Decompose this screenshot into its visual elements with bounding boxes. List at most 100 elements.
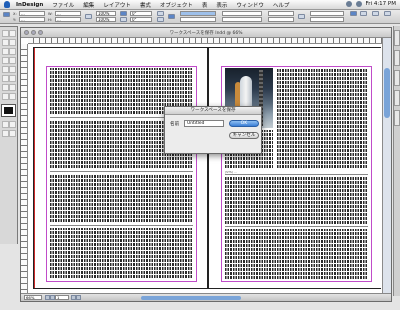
shear-icon[interactable] <box>120 17 127 22</box>
fitting-field[interactable] <box>310 17 344 22</box>
display-icon[interactable] <box>355 1 362 7</box>
reference-point-icon[interactable] <box>3 12 10 17</box>
menu-extras: Fri 4:17 PM <box>345 1 396 7</box>
palette-menu-icon[interactable] <box>350 11 357 16</box>
stroke-weight-field[interactable] <box>180 17 216 22</box>
opacity-field[interactable] <box>268 17 294 22</box>
line-tool-icon[interactable] <box>9 48 16 55</box>
constrain-proportions-icon[interactable] <box>85 14 92 19</box>
scale-tool-icon[interactable] <box>9 66 16 73</box>
horizontal-ruler[interactable] <box>28 38 382 44</box>
pages-panel-tab[interactable] <box>394 30 400 46</box>
document-title-bar[interactable]: ワークスペースを保存 Indd @ 66% <box>21 28 391 38</box>
ok-button[interactable]: OK <box>229 120 259 127</box>
zoom-field[interactable]: 66% <box>24 295 42 300</box>
column-rule <box>50 171 193 172</box>
column-rule <box>225 174 368 175</box>
zoom-tool-icon[interactable] <box>9 93 16 100</box>
angle-field[interactable]: 0° <box>130 11 152 16</box>
text-frame[interactable] <box>225 177 368 224</box>
text-wrap-field[interactable] <box>310 11 344 16</box>
w-field[interactable]: ... <box>55 11 81 16</box>
apply-color-icon[interactable] <box>2 121 9 128</box>
layers-panel-tab[interactable] <box>394 50 400 66</box>
document-title: ワークスペースを保存 Indd @ 66% <box>169 31 243 36</box>
preview-mode-icon[interactable] <box>9 130 16 137</box>
x-field[interactable]: ... <box>19 11 45 16</box>
direct-selection-tool-icon[interactable] <box>9 30 16 37</box>
cancel-button[interactable]: キャンセル <box>229 132 259 139</box>
w-label: W: <box>48 12 53 16</box>
pencil-tool-icon[interactable] <box>2 48 9 55</box>
shear-tool-icon[interactable] <box>2 75 9 82</box>
menu-edit[interactable]: 編集 <box>83 1 94 9</box>
links-panel-tab[interactable] <box>394 70 400 86</box>
menu-layout[interactable]: レイアウト <box>103 1 131 9</box>
menu-table[interactable]: 表 <box>202 1 208 9</box>
left-page[interactable] <box>33 47 208 289</box>
menu-type[interactable]: 書式 <box>140 1 151 9</box>
eyedropper-tool-icon[interactable] <box>2 84 9 91</box>
bridge-icon[interactable] <box>372 11 379 16</box>
vertical-scroll-thumb[interactable] <box>384 68 390 118</box>
menu-file[interactable]: ファイル <box>52 1 74 9</box>
text-frame[interactable] <box>50 174 193 222</box>
drop-shadow-icon[interactable] <box>298 14 305 19</box>
rotate-tool-icon[interactable] <box>2 66 9 73</box>
flip-vertical-icon[interactable] <box>157 17 164 22</box>
scale-y-field[interactable]: 100% <box>96 17 116 22</box>
menu-view[interactable]: 表示 <box>216 1 227 9</box>
menu-app[interactable]: InDesign <box>16 2 43 8</box>
stroke-panel-tab[interactable] <box>394 90 400 106</box>
vertical-ruler[interactable] <box>21 44 28 293</box>
normal-view-icon[interactable] <box>2 130 9 137</box>
column-rule <box>50 225 193 226</box>
stroke-type-field[interactable] <box>222 11 262 16</box>
flip-horizontal-icon[interactable] <box>157 11 164 16</box>
last-page-icon[interactable] <box>76 295 81 300</box>
corner-option-field[interactable] <box>268 11 294 16</box>
free-transform-tool-icon[interactable] <box>9 75 16 82</box>
horizontal-scroll-thumb[interactable] <box>141 296 241 300</box>
gradient-tool-icon[interactable] <box>9 84 16 91</box>
shear-field[interactable]: 0° <box>130 17 152 22</box>
frame-tool-icon[interactable] <box>2 57 9 64</box>
workspace-name-input[interactable]: Untitled <box>184 120 224 127</box>
scale-x-field[interactable]: 100% <box>96 11 116 16</box>
hand-tool-icon[interactable] <box>2 93 9 100</box>
apply-none-icon[interactable] <box>9 121 16 128</box>
fill-swatch-field[interactable] <box>180 11 216 16</box>
y-field[interactable]: ... <box>19 17 45 22</box>
menu-clock[interactable]: Fri 4:17 PM <box>366 1 396 7</box>
control-palette: X: ... Y: ... W: ... H: ... 100% 100% 0°… <box>0 10 400 24</box>
text-frame[interactable] <box>50 228 193 278</box>
menu-help[interactable]: ヘルプ <box>273 1 290 9</box>
h-field[interactable]: ... <box>55 17 81 22</box>
page-number-field[interactable]: 1 <box>55 295 69 300</box>
fill-stroke-swatch-icon[interactable] <box>1 104 16 117</box>
swatches-panel-tab[interactable] <box>394 110 400 126</box>
apple-icon[interactable] <box>4 1 10 8</box>
name-label: 名前 <box>170 122 180 127</box>
vertical-scrollbar[interactable] <box>382 38 391 293</box>
menu-object[interactable]: オブジェクト <box>160 1 193 9</box>
type-tool-icon[interactable] <box>9 39 16 46</box>
pasteboard[interactable]: (STS) ... <box>29 45 381 292</box>
y-label: Y: <box>13 18 16 22</box>
menu-window[interactable]: ウィンドウ <box>236 1 264 9</box>
document-window: ワークスペースを保存 Indd @ 66% (STS) ... 66% 1 <box>20 27 392 302</box>
view-options-icon[interactable] <box>360 11 367 16</box>
text-frame[interactable] <box>225 229 368 279</box>
rectangle-tool-icon[interactable] <box>9 57 16 64</box>
column-rule <box>225 226 368 227</box>
panel-options-icon[interactable] <box>384 11 391 16</box>
text-frame[interactable] <box>277 68 368 168</box>
menu-bar: InDesign ファイル 編集 レイアウト 書式 オブジェクト 表 表示 ウィ… <box>0 0 400 10</box>
right-page[interactable]: (STS) ... <box>208 47 381 289</box>
selection-tool-icon[interactable] <box>2 30 9 37</box>
select-container-icon[interactable] <box>168 14 175 19</box>
pen-tool-icon[interactable] <box>2 39 9 46</box>
volume-icon[interactable] <box>345 1 352 7</box>
rotate-icon[interactable] <box>120 11 127 16</box>
object-style-field[interactable] <box>222 17 262 22</box>
